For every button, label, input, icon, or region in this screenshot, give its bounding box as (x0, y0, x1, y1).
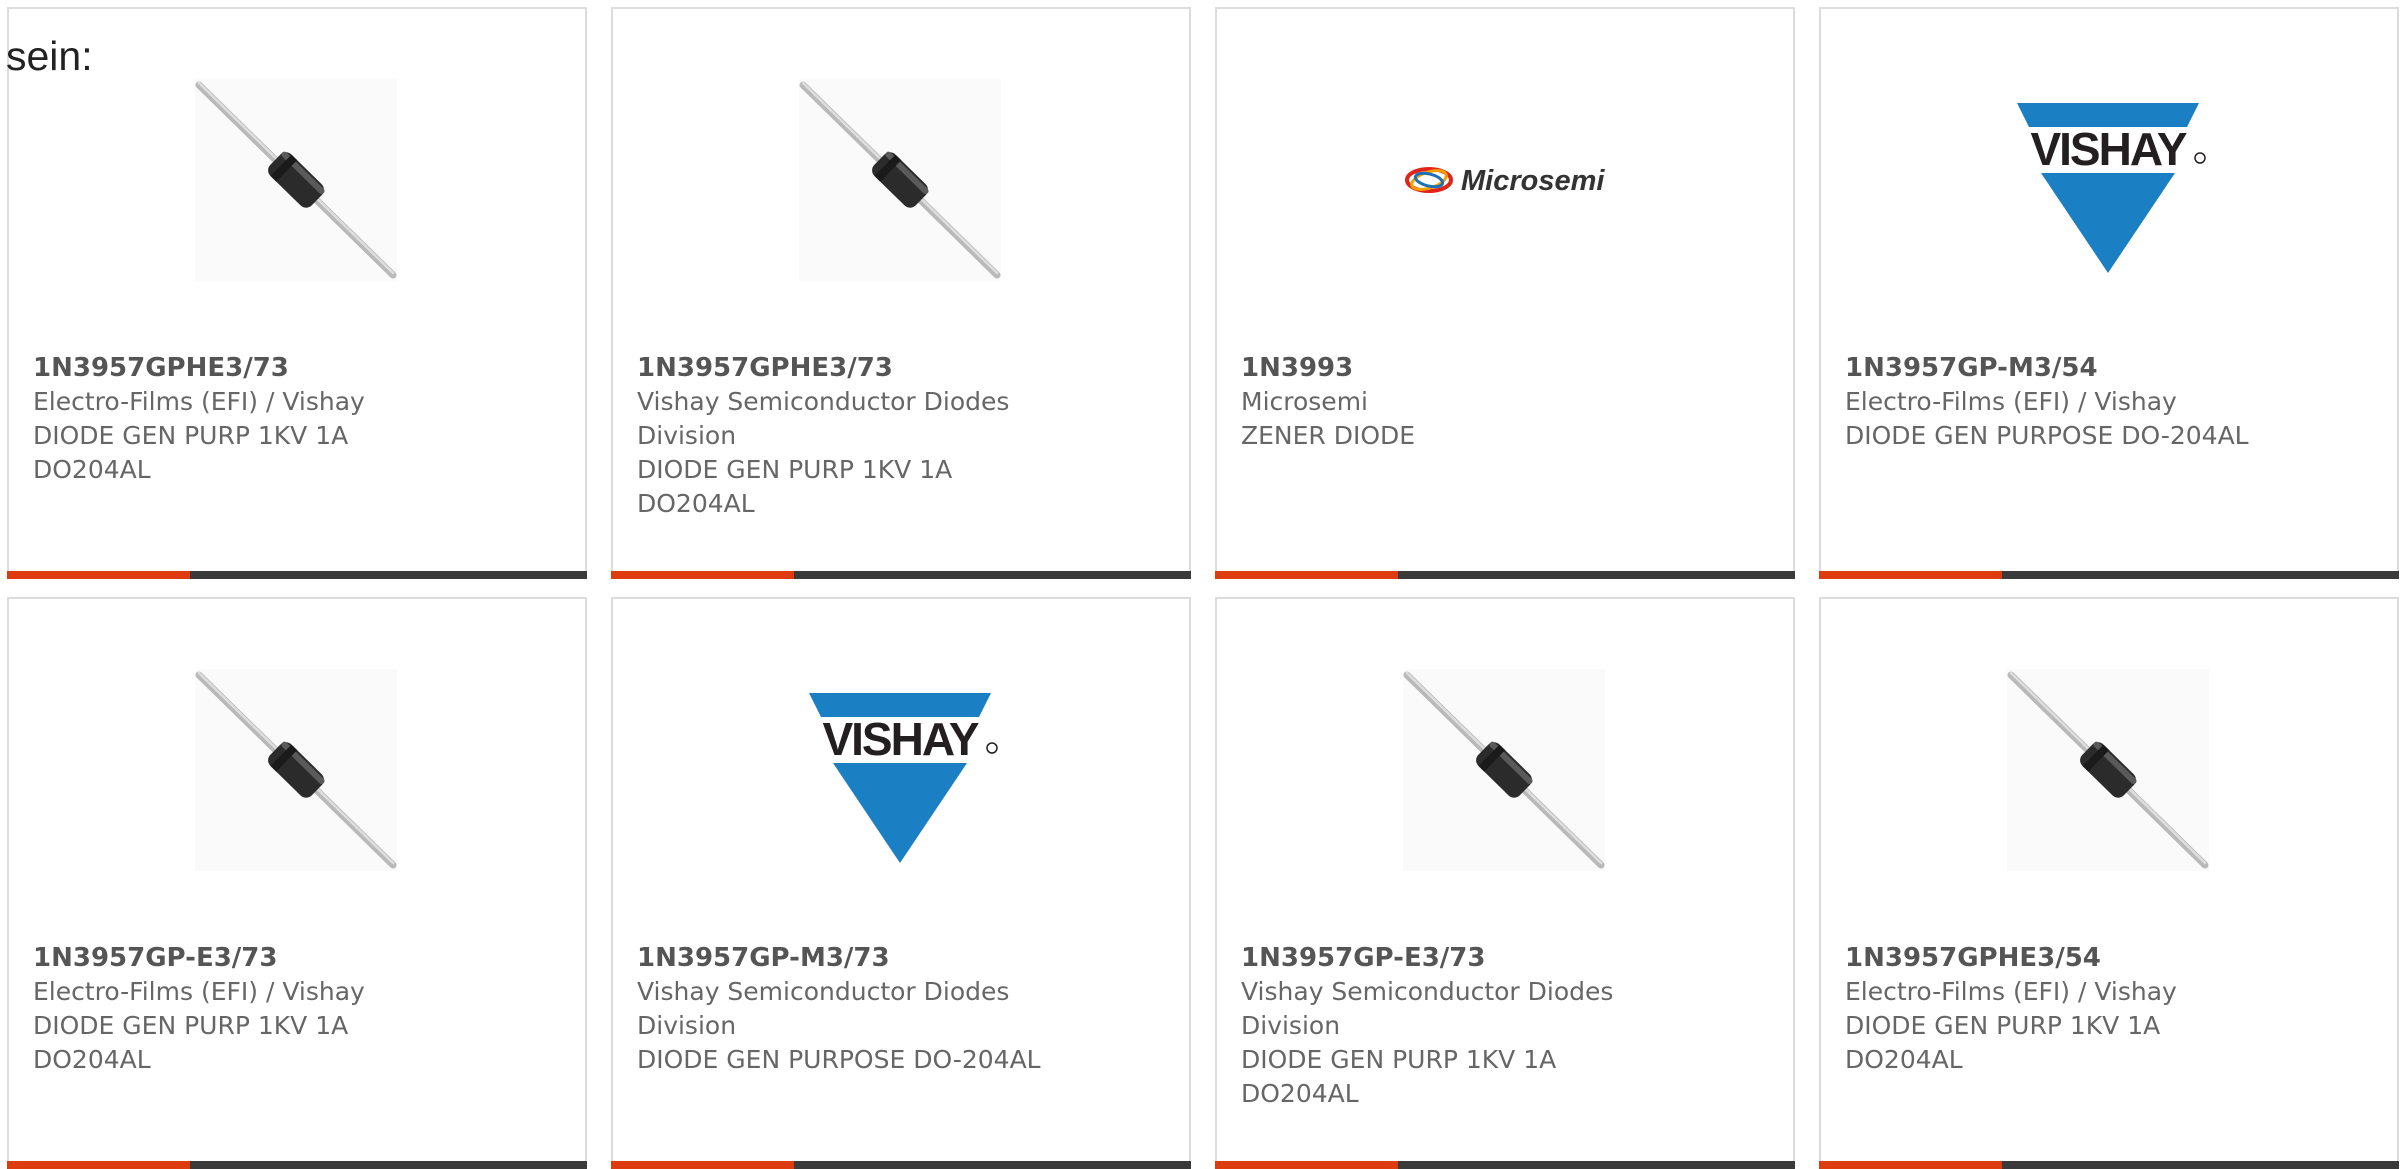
svg-text:VISHAY: VISHAY (822, 713, 978, 765)
description: DIODE GEN PURP 1KV 1A DO204AL (33, 1011, 349, 1074)
accent-bar (7, 1161, 190, 1169)
accent-bar (611, 571, 794, 579)
accent-bar (611, 1161, 794, 1169)
product-card[interactable]: 1N3957GPHE3/73 Vishay Semiconductor Diod… (611, 7, 1191, 579)
part-number[interactable]: 1N3957GP-E3/73 (1241, 941, 1771, 975)
manufacturer: Vishay Semiconductor Diodes Division (637, 977, 1010, 1040)
diode-photo (195, 79, 397, 281)
card-footer-bar (611, 571, 1191, 579)
manufacturer: Electro-Films (EFI) / Vishay (1845, 977, 2177, 1006)
manufacturer: Vishay Semiconductor Diodes Division (1241, 977, 1614, 1040)
manufacturer: Electro-Films (EFI) / Vishay (33, 387, 365, 416)
product-card[interactable]: 1N3957GP-E3/73 Vishay Semiconductor Diod… (1215, 597, 1795, 1169)
part-number[interactable]: 1N3957GPHE3/73 (33, 351, 563, 385)
diode-photo (1403, 669, 1605, 871)
vishay-logo: VISHAY (799, 669, 1001, 871)
card-footer-bar (1819, 1161, 2399, 1169)
accent-bar (1819, 1161, 2002, 1169)
card-footer-bar (611, 1161, 1191, 1169)
microsemi-logo: Microsemi (1403, 79, 1605, 281)
svg-text:Microsemi: Microsemi (1461, 165, 1605, 197)
manufacturer: Electro-Films (EFI) / Vishay (33, 977, 365, 1006)
manufacturer: Electro-Films (EFI) / Vishay (1845, 387, 2177, 416)
vishay-logo: VISHAY (2007, 79, 2209, 281)
card-footer-bar (1819, 571, 2399, 579)
manufacturer: Microsemi (1241, 387, 1368, 416)
diode-photo (799, 79, 1001, 281)
part-number[interactable]: 1N3993 (1241, 351, 1771, 385)
product-card[interactable]: VISHAY 1N3957GP-M3/73 Vishay Semiconduct… (611, 597, 1191, 1169)
manufacturer: Vishay Semiconductor Diodes Division (637, 387, 1010, 450)
accent-bar (1819, 571, 2002, 579)
card-footer-bar (1215, 571, 1795, 579)
description: DIODE GEN PURPOSE DO-204AL (1845, 421, 2249, 450)
description: DIODE GEN PURPOSE DO-204AL (637, 1045, 1041, 1074)
description: DIODE GEN PURP 1KV 1A DO204AL (1241, 1045, 1557, 1108)
product-card[interactable]: 1N3957GP-E3/73 Electro-Films (EFI) / Vis… (7, 597, 587, 1169)
diode-photo (195, 669, 397, 871)
description: DIODE GEN PURP 1KV 1A DO204AL (33, 421, 349, 484)
product-card[interactable]: VISHAY 1N3957GP-M3/54 Electro-Films (EFI… (1819, 7, 2399, 579)
card-footer-bar (7, 1161, 587, 1169)
diode-photo (2007, 669, 2209, 871)
part-number[interactable]: 1N3957GPHE3/73 (637, 351, 1167, 385)
svg-text:VISHAY: VISHAY (2030, 123, 2186, 175)
part-number[interactable]: 1N3957GP-M3/73 (637, 941, 1167, 975)
accent-bar (1215, 571, 1398, 579)
card-footer-bar (1215, 1161, 1795, 1169)
description: ZENER DIODE (1241, 421, 1416, 450)
product-card[interactable]: 1N3957GPHE3/54 Electro-Films (EFI) / Vis… (1819, 597, 2399, 1169)
accent-bar (7, 571, 190, 579)
intro-text: sein: (6, 33, 93, 79)
description: DIODE GEN PURP 1KV 1A DO204AL (637, 455, 953, 518)
part-number[interactable]: 1N3957GP-E3/73 (33, 941, 563, 975)
product-grid: 1N3957GPHE3/73 Electro-Films (EFI) / Vis… (0, 0, 2400, 1169)
product-card[interactable]: 1N3957GPHE3/73 Electro-Films (EFI) / Vis… (7, 7, 587, 579)
part-number[interactable]: 1N3957GP-M3/54 (1845, 351, 2375, 385)
description: DIODE GEN PURP 1KV 1A DO204AL (1845, 1011, 2161, 1074)
accent-bar (1215, 1161, 1398, 1169)
part-number[interactable]: 1N3957GPHE3/54 (1845, 941, 2375, 975)
card-footer-bar (7, 571, 587, 579)
product-card[interactable]: Microsemi 1N3993 Microsemi ZENER DIODE (1215, 7, 1795, 579)
